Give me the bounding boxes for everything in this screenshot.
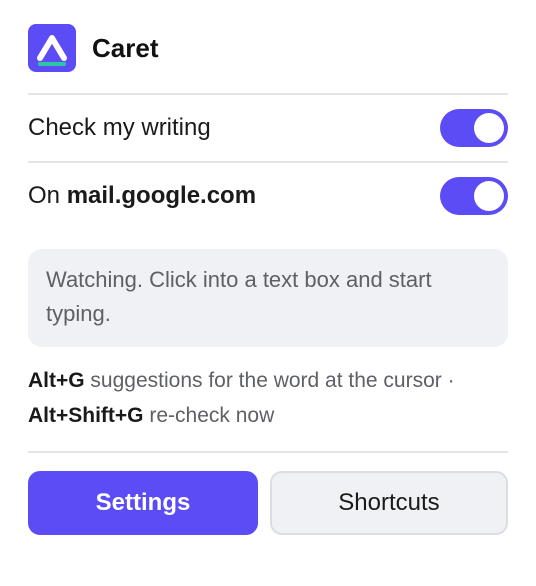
site-toggle[interactable]: [440, 177, 508, 215]
action-buttons: Settings Shortcuts: [28, 471, 508, 535]
site-row: On mail.google.com: [28, 163, 508, 229]
footer-divider: [28, 451, 508, 453]
status-message: Watching. Click into a text box and star…: [46, 267, 432, 326]
shortcut-hints: Alt+G suggestions for the word at the cu…: [28, 363, 508, 433]
shortcuts-button[interactable]: Shortcuts: [270, 471, 508, 535]
suggest-shortcut-text: suggestions for the word at the cursor ·: [84, 369, 455, 392]
caret-logo-icon: [28, 24, 76, 72]
recheck-shortcut-text: re-check now: [143, 404, 275, 427]
toggle-knob: [474, 181, 504, 211]
site-label: On mail.google.com: [28, 182, 256, 210]
recheck-shortcut-key: Alt+Shift+G: [28, 404, 144, 427]
check-writing-toggle[interactable]: [440, 109, 508, 147]
site-domain: mail.google.com: [66, 182, 257, 209]
site-prefix: On: [28, 182, 67, 209]
popup-header: Caret: [28, 24, 508, 72]
caret-logo-graphic: [37, 35, 67, 66]
check-writing-row: Check my writing: [28, 95, 508, 161]
status-message-box: Watching. Click into a text box and star…: [28, 249, 508, 347]
toggle-knob: [474, 113, 504, 143]
extension-popup: Caret Check my writing On mail.google.co…: [28, 24, 508, 535]
suggest-shortcut-key: Alt+G: [28, 369, 85, 392]
app-title: Caret: [92, 32, 159, 63]
settings-button[interactable]: Settings: [28, 471, 258, 535]
check-writing-label: Check my writing: [28, 114, 211, 141]
